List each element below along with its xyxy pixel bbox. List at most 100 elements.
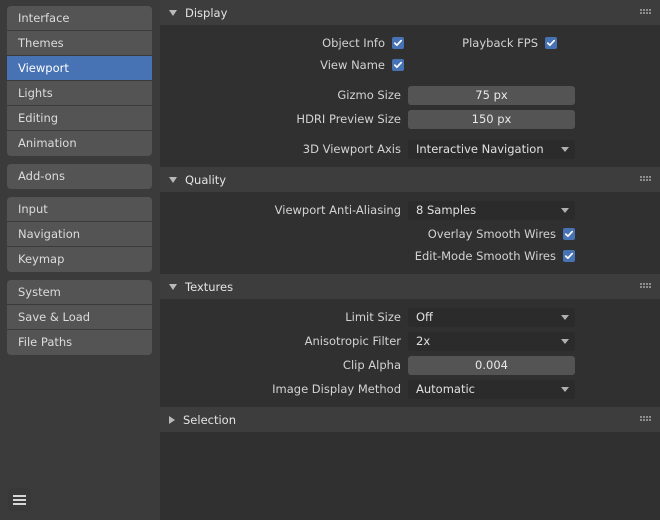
disclosure-triangle-closed-icon [169,415,175,424]
view-name-checkbox[interactable] [392,59,404,71]
gizmo-size-field[interactable]: 75 px [408,85,575,105]
sidebar-item-editing[interactable]: Editing [7,106,152,131]
overlay-smooth-wires-label: Overlay Smooth Wires [427,227,556,241]
limit-size-label: Limit Size [345,310,401,324]
sidebar-item-interface[interactable]: Interface [7,6,152,31]
section-header-textures[interactable]: Textures [160,274,660,299]
chevron-down-icon [561,146,569,152]
limit-size-dropdown[interactable]: Off [408,307,575,327]
preferences-sidebar: Interface Themes Viewport Lights Editing… [0,0,160,520]
sidebar-item-label: File Paths [18,335,73,349]
sidebar-item-label: Save & Load [18,310,91,324]
object-info-checkbox[interactable] [392,37,404,49]
section-body-textures: Limit Size Off Anisotropic Filter 2x Cli… [160,299,660,407]
object-info-label: Object Info [322,36,385,50]
row-viewport-anti-aliasing: Viewport Anti-Aliasing 8 Samples [160,199,660,221]
sidebar-item-label: Input [18,202,48,216]
image-display-method-value: Automatic [416,382,475,396]
anisotropic-filter-label: Anisotropic Filter [304,334,401,348]
sidebar-item-animation[interactable]: Animation [7,131,152,156]
sidebar-item-label: Lights [18,86,53,100]
edit-mode-smooth-wires-checkbox[interactable] [563,250,575,262]
row-gizmo-size: Gizmo Size 75 px [160,84,660,106]
section-title: Selection [183,412,236,427]
sidebar-item-label: Keymap [18,252,65,266]
sidebar-item-keymap[interactable]: Keymap [7,247,152,272]
hdri-preview-size-field[interactable]: 150 px [408,109,575,129]
clip-alpha-label: Clip Alpha [342,358,401,372]
sidebar-item-label: Themes [18,36,64,50]
viewport-axis-dropdown[interactable]: Interactive Navigation [408,139,575,159]
hdri-preview-size-label: HDRI Preview Size [296,112,401,126]
row-image-display-method: Image Display Method Automatic [160,378,660,400]
row-clip-alpha: Clip Alpha 0.004 [160,354,660,376]
preferences-content: Display Object Info Playback FPS View Na… [160,0,660,520]
sidebar-item-input[interactable]: Input [7,197,152,222]
edit-mode-smooth-wires-label: Edit-Mode Smooth Wires [414,249,556,263]
sidebar-item-label: Animation [18,136,77,150]
row-object-info: Object Info Playback FPS [160,32,660,54]
anisotropic-filter-dropdown[interactable]: 2x [408,331,575,351]
sidebar-group-general: Interface Themes Viewport Lights Editing… [7,6,152,156]
sidebar-item-lights[interactable]: Lights [7,81,152,106]
hamburger-bar [13,502,26,505]
sidebar-group-input: Input Navigation Keymap [7,197,152,272]
hdri-preview-size-value: 150 px [471,112,512,126]
sidebar-item-label: Interface [18,11,70,25]
section-header-quality[interactable]: Quality [160,167,660,192]
chevron-down-icon [561,338,569,344]
grip-dots-icon[interactable] [640,283,651,289]
grip-dots-icon[interactable] [640,9,651,15]
grip-dots-icon[interactable] [640,416,651,422]
hamburger-icon[interactable] [8,488,31,511]
anti-aliasing-label: Viewport Anti-Aliasing [274,203,401,217]
playback-fps-checkbox[interactable] [545,37,557,49]
viewport-axis-value: Interactive Navigation [416,142,544,156]
section-title: Quality [185,172,227,187]
gizmo-size-label: Gizmo Size [337,88,401,102]
sidebar-item-viewport[interactable]: Viewport [7,56,152,81]
sidebar-group-system: System Save & Load File Paths [7,280,152,355]
section-body-quality: Viewport Anti-Aliasing 8 Samples Overlay… [160,192,660,274]
anti-aliasing-dropdown[interactable]: 8 Samples [408,200,575,220]
sidebar-item-label: Viewport [18,61,69,75]
sidebar-item-label: Editing [18,111,59,125]
gizmo-size-value: 75 px [475,88,508,102]
hamburger-bar [13,498,26,501]
preferences-window: Interface Themes Viewport Lights Editing… [0,0,660,520]
disclosure-triangle-open-icon [169,10,177,16]
image-display-method-label: Image Display Method [272,382,401,396]
chevron-down-icon [561,386,569,392]
sidebar-item-add-ons[interactable]: Add-ons [7,164,152,189]
overlay-smooth-wires-checkbox[interactable] [563,228,575,240]
view-name-label: View Name [320,58,385,72]
sidebar-group-addons: Add-ons [7,164,152,189]
grip-dots-icon[interactable] [640,176,651,182]
row-view-name: View Name [160,54,660,76]
row-3d-viewport-axis: 3D Viewport Axis Interactive Navigation [160,138,660,160]
clip-alpha-field[interactable]: 0.004 [408,355,575,375]
sidebar-item-label: Add-ons [18,169,65,183]
row-edit-mode-smooth-wires: Edit-Mode Smooth Wires [160,245,660,267]
viewport-axis-label: 3D Viewport Axis [302,142,401,156]
row-limit-size: Limit Size Off [160,306,660,328]
sidebar-item-navigation[interactable]: Navigation [7,222,152,247]
sidebar-item-save-and-load[interactable]: Save & Load [7,305,152,330]
anti-aliasing-value: 8 Samples [416,203,477,217]
section-title: Textures [185,279,234,294]
section-body-display: Object Info Playback FPS View Name Gizmo… [160,25,660,167]
limit-size-value: Off [416,310,433,324]
image-display-method-dropdown[interactable]: Automatic [408,379,575,399]
sidebar-item-file-paths[interactable]: File Paths [7,330,152,355]
sidebar-item-themes[interactable]: Themes [7,31,152,56]
row-overlay-smooth-wires: Overlay Smooth Wires [160,223,660,245]
hamburger-bar [13,494,26,497]
section-header-display[interactable]: Display [160,0,660,25]
clip-alpha-value: 0.004 [475,358,508,372]
section-header-selection[interactable]: Selection [160,407,660,432]
disclosure-triangle-open-icon [169,177,177,183]
row-hdri-preview-size: HDRI Preview Size 150 px [160,108,660,130]
sidebar-item-system[interactable]: System [7,280,152,305]
playback-fps-label: Playback FPS [462,36,538,50]
sidebar-item-label: Navigation [18,227,81,241]
